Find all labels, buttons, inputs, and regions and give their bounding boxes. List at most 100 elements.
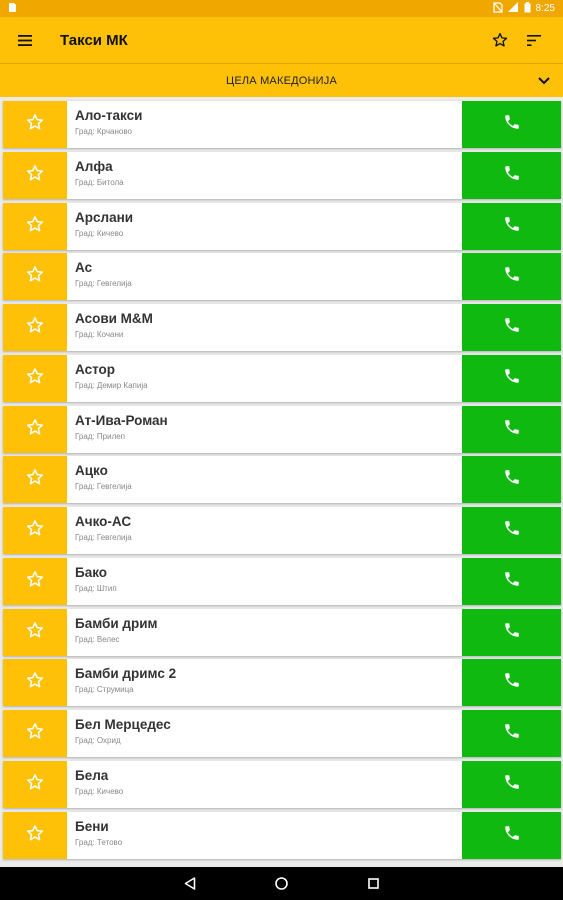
taxi-city: Град: Гевгелија: [75, 279, 132, 289]
battery-icon: [524, 1, 531, 16]
favorite-toggle-button[interactable]: [3, 304, 67, 351]
favorite-toggle-button[interactable]: [3, 405, 67, 453]
back-icon[interactable]: [179, 873, 201, 895]
favorite-toggle-button[interactable]: [3, 354, 67, 402]
phone-icon: [503, 519, 521, 542]
favorite-toggle-button[interactable]: [3, 608, 67, 656]
taxi-name: Алфа: [75, 158, 113, 174]
phone-icon: [503, 773, 521, 796]
menu-icon[interactable]: [16, 23, 34, 57]
taxi-list-item[interactable]: Бени Град: Тетово: [3, 811, 561, 859]
taxi-city: Град: Струмица: [75, 685, 134, 695]
taxi-name: Бамби дрим: [75, 615, 158, 631]
call-button[interactable]: [462, 456, 561, 504]
taxi-info: Ас Град: Гевгелија: [75, 260, 455, 289]
taxi-list-item[interactable]: Ас Град: Гевгелија: [3, 253, 561, 301]
favorite-toggle-button[interactable]: [3, 557, 67, 605]
taxi-list-item[interactable]: Арслани Град: Кичево: [3, 202, 561, 250]
favorite-toggle-button[interactable]: [3, 760, 67, 808]
taxi-list-item[interactable]: Ачко-АС Град: Гевгелија: [3, 507, 561, 554]
taxi-list-item[interactable]: Бел Мерцедес Град: Охрид: [3, 710, 561, 757]
favorite-toggle-button[interactable]: [3, 101, 67, 148]
sort-icon[interactable]: [517, 23, 551, 57]
call-button[interactable]: [462, 354, 561, 402]
status-indicators: 8:25: [492, 1, 555, 16]
notification-icon: [8, 2, 17, 16]
favorite-toggle-button[interactable]: [3, 253, 67, 301]
taxi-name: Бако: [75, 564, 108, 580]
navigation-bar: [0, 867, 563, 900]
taxi-city: Град: Велес: [75, 634, 120, 644]
favorite-toggle-button[interactable]: [3, 202, 67, 250]
taxi-list-item[interactable]: Бела Град: Кичево: [3, 760, 561, 808]
favorite-toggle-button[interactable]: [3, 151, 67, 199]
star-icon: [26, 570, 44, 593]
taxi-info: Ацко Град: Гевгелија: [75, 463, 455, 492]
call-button[interactable]: [462, 304, 561, 351]
taxi-list-item[interactable]: Бамби дримс 2 Град: Струмица: [3, 659, 561, 707]
star-icon: [26, 621, 44, 644]
call-button[interactable]: [462, 202, 561, 250]
phone-icon: [503, 113, 521, 136]
recents-icon[interactable]: [363, 873, 385, 895]
star-icon: [26, 773, 44, 796]
phone-icon: [503, 570, 521, 593]
call-button[interactable]: [462, 659, 561, 707]
star-icon: [26, 215, 44, 238]
call-button[interactable]: [462, 151, 561, 199]
call-button[interactable]: [462, 811, 561, 859]
taxi-list-item[interactable]: Бако Град: Штип: [3, 557, 561, 605]
phone-icon: [503, 621, 521, 644]
call-button[interactable]: [462, 710, 561, 757]
favorite-toggle-button[interactable]: [3, 659, 67, 707]
star-icon: [26, 671, 44, 694]
taxi-city: Град: Битола: [75, 177, 124, 187]
call-button[interactable]: [462, 253, 561, 301]
star-icon: [26, 722, 44, 745]
taxi-city: Град: Прилеп: [75, 431, 126, 441]
star-icon: [26, 824, 44, 847]
taxi-city: Град: Кочани: [75, 330, 124, 339]
phone-icon: [503, 367, 521, 390]
call-button[interactable]: [462, 101, 561, 148]
favorite-toggle-button[interactable]: [3, 710, 67, 757]
taxi-list-item[interactable]: Астор Град: Демир Капија: [3, 354, 561, 402]
favorite-toggle-button[interactable]: [3, 811, 67, 859]
taxi-info: Ало-такси Град: Крчаново: [75, 108, 455, 137]
taxi-name: Ало-такси: [75, 108, 143, 123]
phone-icon: [503, 671, 521, 694]
taxi-city: Град: Охрид: [75, 736, 121, 745]
taxi-name: Астор: [75, 361, 116, 377]
taxi-info: Ачко-АС Град: Гевгелија: [75, 514, 455, 543]
star-icon: [26, 519, 44, 542]
taxi-city: Град: Гевгелија: [75, 533, 132, 542]
call-button[interactable]: [462, 405, 561, 453]
taxi-list-item[interactable]: Ат-Ива-Роман Град: Прилеп: [3, 405, 561, 453]
region-selector[interactable]: ЦЕЛА МАКЕДОНИЈА: [0, 63, 563, 97]
taxi-list-item[interactable]: Бамби дрим Град: Велес: [3, 608, 561, 656]
favorites-star-icon[interactable]: [483, 23, 517, 57]
taxi-info: Бамби дрим Град: Велес: [75, 616, 455, 645]
taxi-list-item[interactable]: Ацко Град: Гевгелија: [3, 456, 561, 504]
call-button[interactable]: [462, 557, 561, 605]
taxi-list-item[interactable]: Ало-такси Град: Крчаново: [3, 101, 561, 148]
taxi-city: Град: Кичево: [75, 786, 124, 796]
taxi-list: Ало-такси Град: Крчаново Алфа Град: Битола А…: [0, 99, 563, 867]
chevron-down-icon[interactable]: [535, 72, 553, 90]
taxi-info: Бако Град: Штип: [75, 565, 455, 594]
call-button[interactable]: [462, 760, 561, 808]
favorite-toggle-button[interactable]: [3, 507, 67, 554]
taxi-info: Бела Град: Кичево: [75, 768, 455, 797]
taxi-name: Арслани: [75, 209, 134, 225]
signal-icon: [507, 2, 519, 15]
call-button[interactable]: [462, 608, 561, 656]
taxi-list-item[interactable]: Алфа Град: Битола: [3, 151, 561, 199]
home-icon[interactable]: [271, 873, 293, 895]
star-icon: [26, 164, 44, 187]
call-button[interactable]: [462, 507, 561, 554]
taxi-info: Бени Град: Тетово: [75, 819, 455, 848]
taxi-name: Бела: [75, 767, 109, 783]
region-label: ЦЕЛА МАКЕДОНИЈА: [225, 74, 338, 87]
favorite-toggle-button[interactable]: [3, 456, 67, 504]
taxi-list-item[interactable]: Асови М&М Град: Кочани: [3, 304, 561, 351]
